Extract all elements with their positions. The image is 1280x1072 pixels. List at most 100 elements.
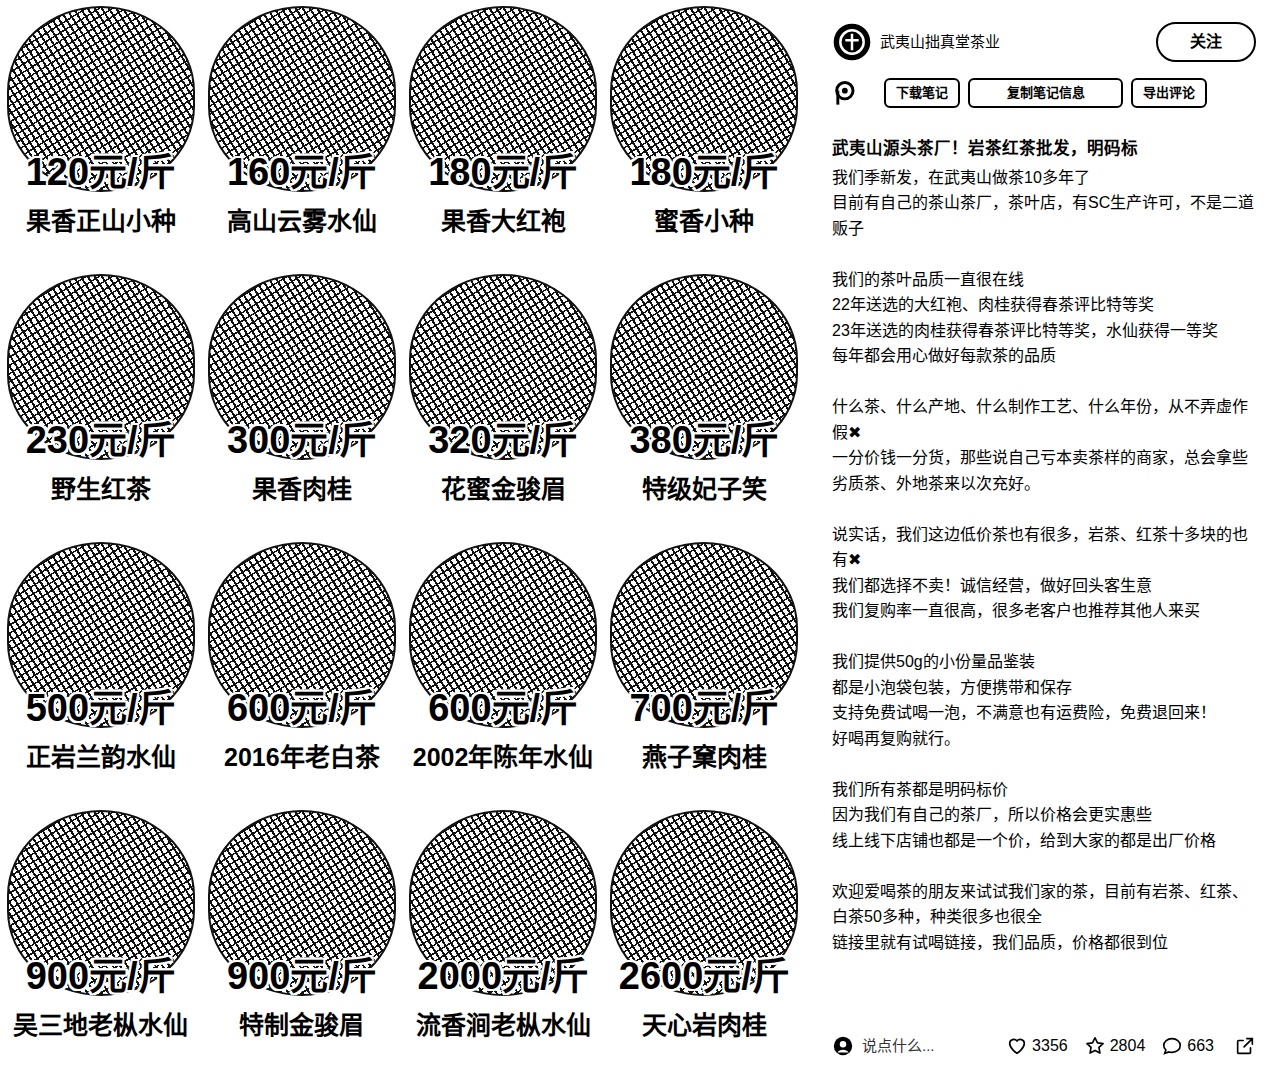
tea-name: 特级妃子笑 — [642, 474, 767, 505]
tea-tile: 900元/斤特制金骏眉 — [201, 804, 402, 1072]
note-line: 我们都选择不卖！诚信经营，做好回头客生意 — [832, 573, 1256, 599]
note-line: 22年送选的大红袍、肉桂获得春茶评比特等奖 — [832, 292, 1256, 318]
author-row: 武夷山拙真堂茶业关注 — [832, 22, 1256, 62]
author-name[interactable]: 武夷山拙真堂茶业 — [880, 31, 1156, 54]
tea-name: 吴三地老枞水仙 — [13, 1010, 188, 1041]
note-paragraph: 说实话，我们这边低价茶也有很多，岩茶、红茶十多块的也有✖我们都选择不卖！诚信经营… — [832, 522, 1256, 624]
tea-price: 380元/斤 — [604, 420, 805, 462]
note-paragraph: 我们季新发，在武夷山做茶10多年了目前有自己的茶山茶厂，茶叶店，有SC生产许可，… — [832, 165, 1256, 242]
tea-price: 180元/斤 — [604, 152, 805, 194]
tea-price: 500元/斤 — [0, 688, 201, 730]
note-paragraph: 我们的茶叶品质一直很在线22年送选的大红袍、肉桂获得春茶评比特等奖23年送选的肉… — [832, 267, 1256, 369]
author-avatar-icon[interactable] — [832, 22, 872, 62]
tea-price: 320元/斤 — [403, 420, 604, 462]
tea-tile: 120元/斤果香正山小种 — [0, 0, 201, 268]
comment-bar: 说点什么... 3356 2804 663 — [832, 1034, 1256, 1058]
tea-tile: 2000元/斤流香涧老枞水仙 — [403, 804, 604, 1072]
tea-tile: 900元/斤吴三地老枞水仙 — [0, 804, 201, 1072]
tea-price: 300元/斤 — [201, 420, 402, 462]
note-line: 23年送选的肉桂获得春茶评比特等奖，水仙获得一等奖 — [832, 318, 1256, 344]
tea-tile: 700元/斤燕子窠肉桂 — [604, 536, 805, 804]
note-line: 线上线下店铺也都是一个价，给到大家的都是出厂价格 — [832, 828, 1256, 854]
tool-button[interactable]: 导出评论 — [1131, 78, 1207, 108]
note-paragraph: 我们提供50g的小份量品鉴装都是小泡袋包装，方便携带和保存支持免费试喝一泡，不满… — [832, 649, 1256, 751]
tea-price: 900元/斤 — [0, 956, 201, 998]
note-paragraph: 欢迎爱喝茶的朋友来试试我们家的茶，目前有岩茶、红茶、白茶50多种，种类很多也很全… — [832, 879, 1256, 956]
tea-name: 特制金骏眉 — [239, 1010, 364, 1041]
tea-tile: 160元/斤高山云雾水仙 — [201, 0, 402, 268]
note-line: 我们所有茶都是明码标价 — [832, 777, 1256, 803]
tea-price: 600元/斤 — [201, 688, 402, 730]
tea-price: 2000元/斤 — [403, 956, 604, 998]
tea-tile: 230元/斤野生红茶 — [0, 268, 201, 536]
tea-name: 蜜香小种 — [654, 206, 754, 237]
tool-row: 下载笔记复制笔记信息导出评论 — [832, 78, 1256, 108]
tea-price: 230元/斤 — [0, 420, 201, 462]
note-line: 我们复购率一直很高，很多老客户也推荐其他人来买 — [832, 598, 1256, 624]
tea-tile: 2600元/斤天心岩肉桂 — [604, 804, 805, 1072]
note-paragraph: 我们所有茶都是明码标价因为我们有自己的茶厂，所以价格会更实惠些线上线下店铺也都是… — [832, 777, 1256, 854]
note-line: 目前有自己的茶山茶厂，茶叶店，有SC生产许可，不是二道贩子 — [832, 190, 1256, 241]
note-line: 都是小泡袋包装，方便携带和保存 — [832, 675, 1256, 701]
collect-count: 2804 — [1110, 1034, 1146, 1058]
like-count: 3356 — [1032, 1034, 1068, 1058]
tea-name: 2016年老白茶 — [224, 742, 380, 773]
note-panel: 武夷山拙真堂茶业关注下载笔记复制笔记信息导出评论武夷山源头茶厂！岩茶红茶批发，明… — [805, 0, 1280, 1072]
comment-input[interactable]: 说点什么... — [862, 1035, 990, 1058]
tool-button[interactable]: 复制笔记信息 — [968, 78, 1123, 108]
note-line: 支持免费试喝一泡，不满意也有运费险，免费退回来！ — [832, 700, 1256, 726]
note-body: 我们季新发，在武夷山做茶10多年了目前有自己的茶山茶厂，茶叶店，有SC生产许可，… — [832, 165, 1256, 956]
tea-name: 天心岩肉桂 — [642, 1010, 767, 1041]
tea-tile: 180元/斤蜜香小种 — [604, 0, 805, 268]
comment-bubble-icon[interactable] — [1161, 1035, 1183, 1057]
note-line: 什么茶、什么产地、什么制作工艺、什么年份，从不弄虚作假✖ — [832, 394, 1256, 445]
note-line: 每年都会用心做好每款茶的品质 — [832, 343, 1256, 369]
tea-tile: 600元/斤 2016年老白茶 — [201, 536, 402, 804]
note-line: 一分价钱一分货，那些说自己亏本卖茶样的商家，总会拿些劣质茶、外地茶来以次充好。 — [832, 445, 1256, 496]
tea-name: 2002年陈年水仙 — [413, 742, 594, 773]
note-line: 我们的茶叶品质一直很在线 — [832, 267, 1256, 293]
note-paragraph: 什么茶、什么产地、什么制作工艺、什么年份，从不弄虚作假✖一分价钱一分货，那些说自… — [832, 394, 1256, 496]
collect[interactable]: 2804 — [1084, 1034, 1146, 1058]
tea-name: 燕子窠肉桂 — [642, 742, 767, 773]
tea-name: 野生红茶 — [51, 474, 151, 505]
tea-price: 120元/斤 — [0, 152, 201, 194]
tea-tile: 320元/斤花蜜金骏眉 — [403, 268, 604, 536]
tea-name: 正岩兰韵水仙 — [26, 742, 176, 773]
comment-count: 663 — [1187, 1034, 1214, 1058]
tea-price: 900元/斤 — [201, 956, 402, 998]
note-line: 好喝再复购就行。 — [832, 726, 1256, 752]
tea-tile: 300元/斤果香肉桂 — [201, 268, 402, 536]
tea-tile: 600元/斤 2002年陈年水仙 — [403, 536, 604, 804]
note-line: 因为我们有自己的茶厂，所以价格会更实惠些 — [832, 802, 1256, 828]
tool-button[interactable]: 下载笔记 — [884, 78, 960, 108]
follow-button[interactable]: 关注 — [1156, 22, 1256, 62]
tea-name: 果香正山小种 — [26, 206, 176, 237]
share-icon[interactable] — [1234, 1035, 1256, 1057]
user-avatar-icon[interactable] — [832, 1035, 854, 1057]
heart-icon[interactable] — [1006, 1035, 1028, 1057]
tea-tile: 180元/斤果香大红袍 — [403, 0, 604, 268]
like[interactable]: 3356 — [1006, 1034, 1068, 1058]
tea-price: 180元/斤 — [403, 152, 604, 194]
comment[interactable]: 663 — [1161, 1034, 1214, 1058]
tea-price: 700元/斤 — [604, 688, 805, 730]
tea-price: 600元/斤 — [403, 688, 604, 730]
star-icon[interactable] — [1084, 1035, 1106, 1057]
note-line: 我们季新发，在武夷山做茶10多年了 — [832, 165, 1256, 191]
note-title: 武夷山源头茶厂！岩茶红茶批发，明码标 — [832, 136, 1256, 161]
tea-name: 果香肉桂 — [252, 474, 352, 505]
tea-tile: 380元/斤特级妃子笑 — [604, 268, 805, 536]
tea-price: 160元/斤 — [201, 152, 402, 194]
plugin-logo-icon[interactable] — [832, 79, 860, 107]
note-line: 我们提供50g的小份量品鉴装 — [832, 649, 1256, 675]
tea-tile: 500元/斤正岩兰韵水仙 — [0, 536, 201, 804]
tea-name: 高山云雾水仙 — [227, 206, 377, 237]
post-image[interactable]: 120元/斤果香正山小种160元/斤高山云雾水仙180元/斤果香大红袍180元/… — [0, 0, 805, 1072]
tea-name: 流香涧老枞水仙 — [416, 1010, 591, 1041]
note-line: 说实话，我们这边低价茶也有很多，岩茶、红茶十多块的也有✖ — [832, 522, 1256, 573]
note-line: 链接里就有试喝链接，我们品质，价格都很到位 — [832, 930, 1256, 956]
note-line: 欢迎爱喝茶的朋友来试试我们家的茶，目前有岩茶、红茶、白茶50多种，种类很多也很全 — [832, 879, 1256, 930]
tea-price: 2600元/斤 — [604, 956, 805, 998]
tea-name: 果香大红袍 — [441, 206, 566, 237]
